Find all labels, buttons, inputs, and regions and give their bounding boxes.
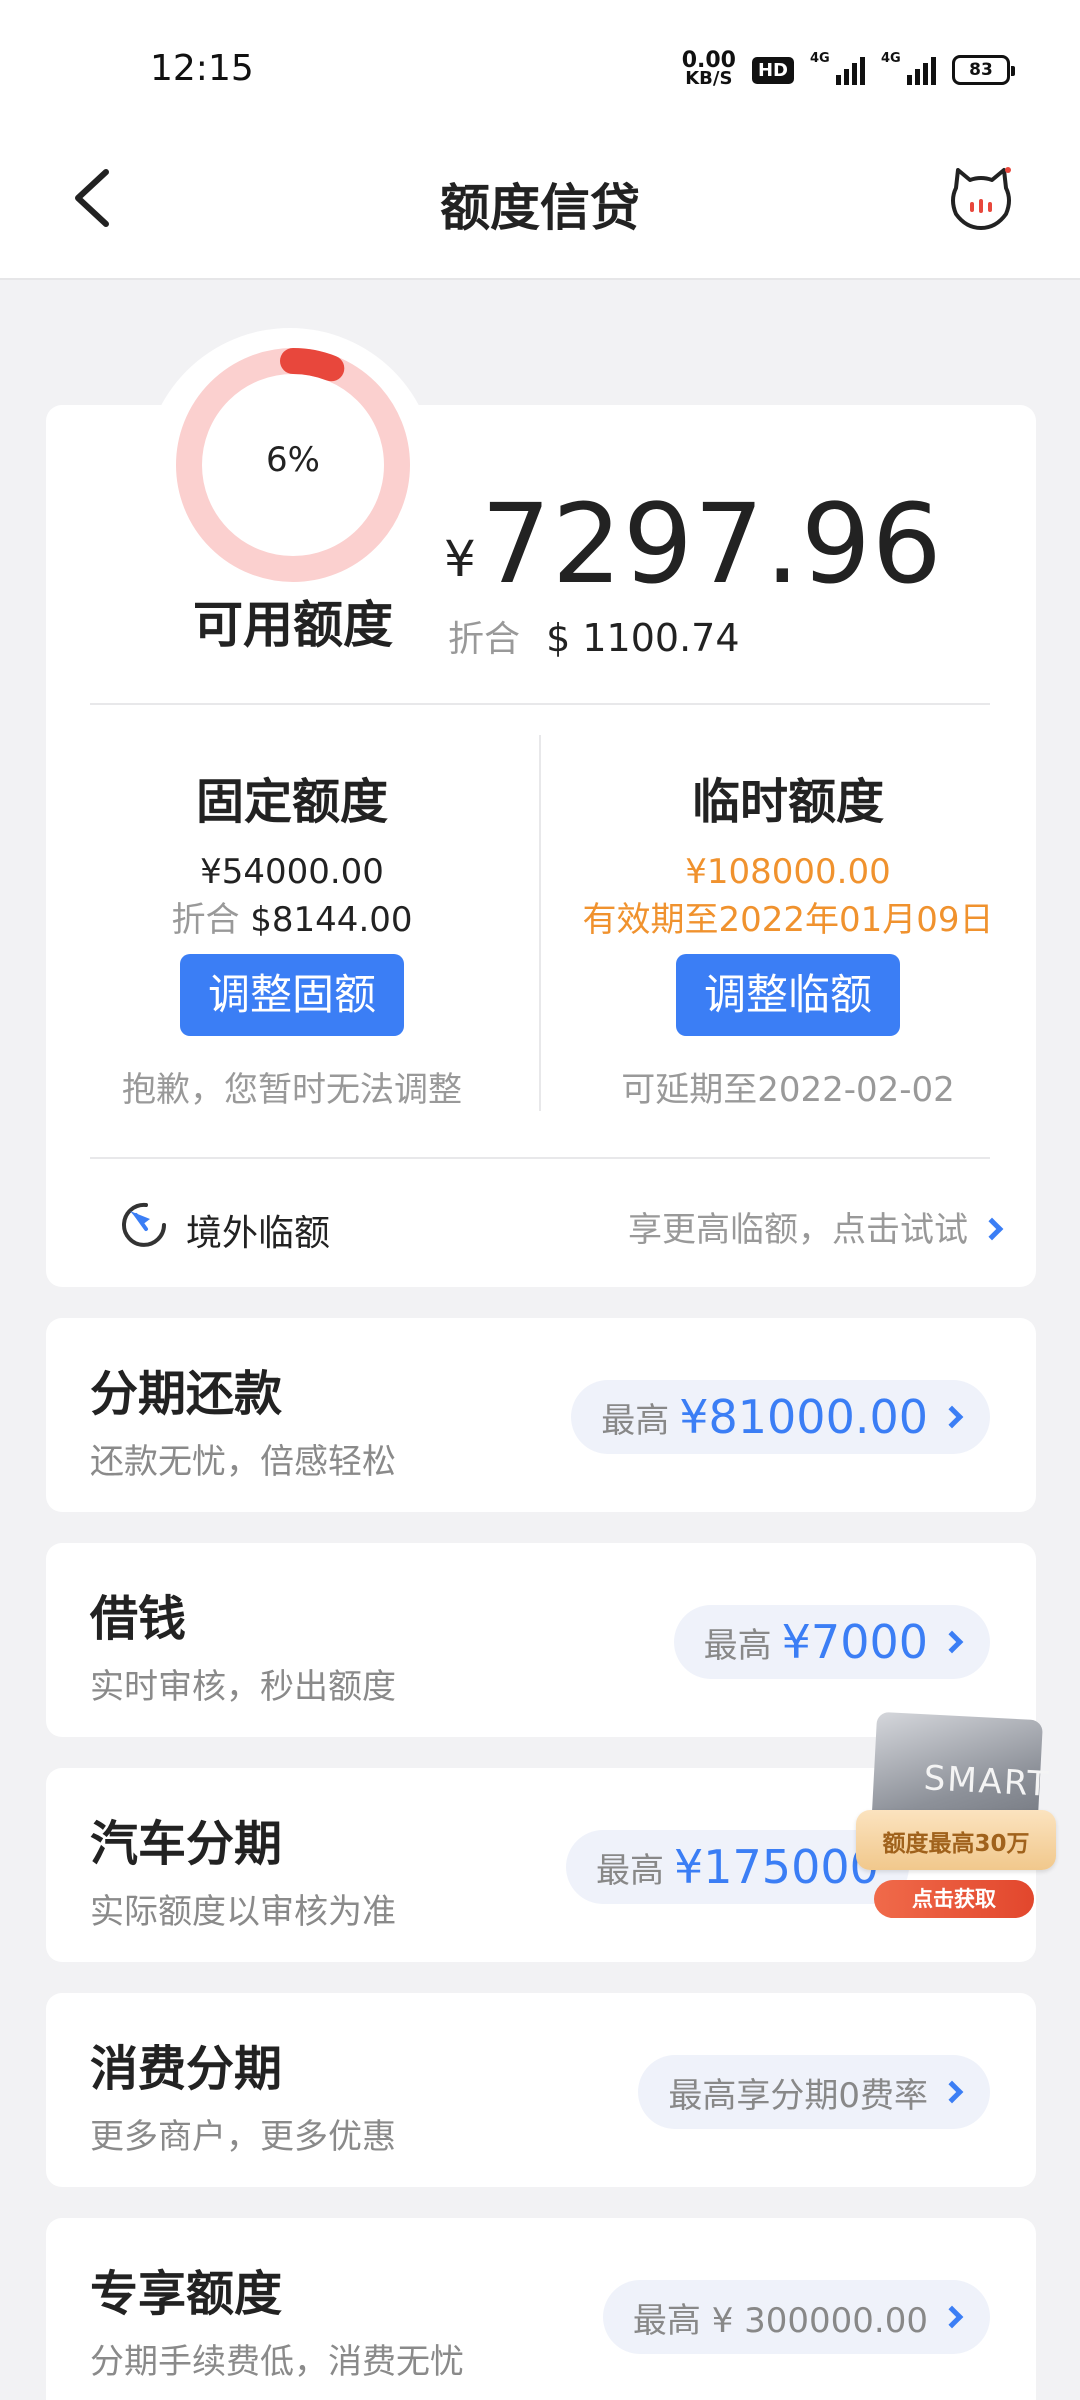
overseas-quota-label: 境外临额: [186, 1213, 331, 1254]
adjust-fixed-button[interactable]: 调整固额: [180, 954, 404, 1036]
product-subtitle: 更多商户，更多优惠: [90, 2117, 396, 2157]
adjust-temp-button[interactable]: 调整临额: [676, 954, 900, 1036]
limit-value: 最高享分期0费率: [668, 2075, 928, 2116]
limit-prefix: 最高: [703, 1625, 772, 1666]
limit-value: ¥7000: [781, 1615, 928, 1669]
promo-float-banner[interactable]: SMART 额度最高30万 点击获取: [848, 1710, 1068, 1928]
temp-quota-title: 临时额度: [691, 774, 884, 830]
available-label: 可用额度: [193, 596, 393, 654]
limit-prefix: 最高: [596, 1850, 664, 1891]
fixed-quota-note: 抱歉，您暂时无法调整: [122, 1070, 462, 1110]
product-card-borrow[interactable]: 借钱 实时审核，秒出额度 最高 ¥7000: [46, 1543, 1036, 1737]
fixed-quota-converted: 折合 $8144.00: [52, 892, 532, 941]
temp-quota-validity: 有效期至2022年01月09日: [582, 900, 994, 940]
network-speed: 0.00 KB/S: [682, 50, 736, 89]
product-title: 专享额度: [90, 2266, 283, 2322]
available-converted: 折合 $ 1100.74: [448, 610, 740, 662]
battery-icon: 83: [952, 55, 1015, 85]
product-limit-pill[interactable]: 最高 ¥81000.00: [571, 1380, 990, 1454]
limit-prefix: 最高: [601, 1400, 670, 1441]
used-percent: 6%: [266, 440, 320, 480]
plane-clock-icon: [122, 1202, 166, 1247]
fixed-converted-amount: $8144.00: [250, 900, 413, 940]
chevron-right-icon: [980, 1217, 1004, 1241]
network-speed-unit: KB/S: [685, 68, 733, 89]
product-limit-pill[interactable]: 最高 ¥7000: [673, 1605, 990, 1679]
available-amount: ¥ 7297.96: [444, 480, 943, 608]
top-bar: 12:15 0.00 KB/S HD 4G 4G 83 额度信贷: [0, 0, 1080, 280]
product-title: 消费分期: [90, 2041, 283, 2097]
product-limit-pill[interactable]: 最高享分期0费率: [638, 2055, 990, 2129]
limit-value: 最高 ¥ 300000.00: [632, 2300, 928, 2341]
chevron-right-icon: [940, 1630, 964, 1654]
status-indicators: 0.00 KB/S HD 4G 4G 83: [682, 48, 1015, 92]
product-card-exclusive-quota[interactable]: 专享额度 分期手续费低，消费无忧 最高 ¥ 300000.00: [46, 2218, 1036, 2400]
promo-headline: 额度最高30万: [882, 1831, 1030, 1857]
fixed-quota-amount: ¥54000.00: [200, 852, 384, 892]
currency-symbol: ¥: [444, 530, 476, 588]
overseas-quota-link[interactable]: 享更高临额，点击试试: [628, 1202, 1004, 1251]
divider: [90, 703, 990, 705]
product-subtitle: 实际额度以审核为准: [90, 1892, 396, 1932]
chevron-right-icon: [940, 1405, 964, 1429]
product-subtitle: 实时审核，秒出额度: [90, 1667, 396, 1707]
product-card-installment[interactable]: 分期还款 还款无忧，倍感轻松 最高 ¥81000.00: [46, 1318, 1036, 1512]
signal-icon-1: 4G: [810, 51, 865, 85]
hd-icon: HD: [751, 56, 794, 84]
overseas-link-text: 享更高临额，点击试试: [628, 1210, 968, 1250]
promo-card-brand: SMART: [922, 1758, 1051, 1805]
column-divider: [539, 735, 541, 1111]
network-type-2: 4G: [881, 51, 901, 66]
cat-mascot-icon[interactable]: [948, 166, 1014, 232]
converted-amount: $ 1100.74: [546, 616, 740, 660]
available-amount-value: 7297.96: [480, 480, 943, 608]
signal-icon-2: 4G: [881, 51, 936, 85]
product-subtitle: 分期手续费低，消费无忧: [90, 2342, 464, 2382]
product-title: 汽车分期: [90, 1816, 283, 1872]
product-subtitle: 还款无忧，倍感轻松: [90, 1442, 396, 1482]
fixed-quota-title: 固定额度: [195, 774, 388, 830]
fixed-converted-label: 折合: [171, 900, 240, 940]
temp-quota-note: 可延期至2022-02-02: [621, 1070, 955, 1110]
product-card-consumer-installment[interactable]: 消费分期 更多商户，更多优惠 最高享分期0费率: [46, 1993, 1036, 2187]
product-title: 借钱: [90, 1591, 187, 1647]
chevron-right-icon: [940, 2305, 964, 2329]
divider: [90, 1157, 990, 1159]
limit-value: ¥81000.00: [679, 1390, 928, 1444]
chevron-right-icon: [940, 2080, 964, 2104]
converted-label: 折合: [448, 619, 521, 660]
product-limit-pill[interactable]: 最高 ¥ 300000.00: [602, 2280, 990, 2354]
network-type-1: 4G: [810, 51, 830, 66]
status-time: 12:15: [150, 48, 254, 89]
promo-get-button[interactable]: 点击获取: [874, 1880, 1034, 1918]
page-title: 额度信贷: [440, 179, 640, 237]
temp-quota-amount: ¥108000.00: [685, 852, 891, 892]
product-title: 分期还款: [90, 1366, 283, 1422]
